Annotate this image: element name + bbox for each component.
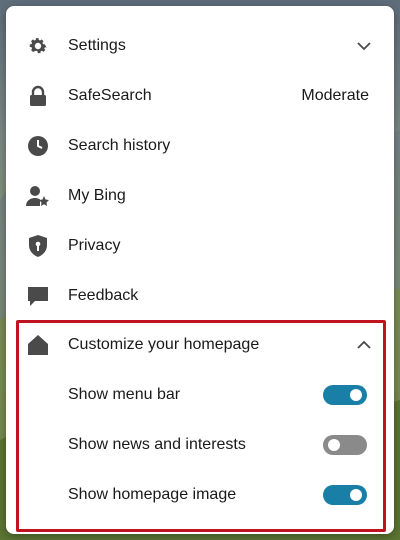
menu-item-safesearch[interactable]: SafeSearch Moderate <box>6 71 394 121</box>
lock-icon <box>26 84 50 108</box>
menu-item-customize-homepage[interactable]: Customize your homepage <box>6 320 394 370</box>
settings-menu-panel: Settings SafeSearch Moderate Search hist… <box>6 6 394 534</box>
option-label: Show menu bar <box>68 386 181 403</box>
safesearch-value: Moderate <box>301 87 369 104</box>
show-homepage-image-toggle[interactable] <box>323 485 367 505</box>
option-show-menu-bar: Show menu bar <box>6 370 394 420</box>
option-label: Show news and interests <box>68 436 246 453</box>
menu-item-label: SafeSearch <box>68 87 152 104</box>
menu-item-search-history[interactable]: Search history <box>6 121 394 171</box>
person-star-icon <box>26 184 50 208</box>
menu-item-my-bing[interactable]: My Bing <box>6 171 394 221</box>
toggle-knob <box>350 489 362 501</box>
toggle-knob <box>350 389 362 401</box>
chat-bubble-icon <box>26 284 50 308</box>
option-label: Show homepage image <box>68 486 237 503</box>
clock-icon <box>26 134 50 158</box>
menu-item-label: Privacy <box>68 237 121 254</box>
option-show-homepage-image: Show homepage image <box>6 470 394 520</box>
shield-icon <box>26 234 50 258</box>
menu-item-feedback[interactable]: Feedback <box>6 271 394 321</box>
menu-item-label: My Bing <box>68 187 126 204</box>
show-menu-bar-toggle[interactable] <box>323 385 367 405</box>
menu-item-label: Customize your homepage <box>68 336 260 353</box>
show-news-interests-toggle[interactable] <box>323 435 367 455</box>
option-show-news-interests: Show news and interests <box>6 420 394 470</box>
menu-item-label: Settings <box>68 37 126 54</box>
toggle-knob <box>328 439 340 451</box>
menu-item-label: Feedback <box>68 287 139 304</box>
menu-item-privacy[interactable]: Privacy <box>6 221 394 271</box>
menu-item-label: Search history <box>68 137 171 154</box>
menu-item-settings[interactable]: Settings <box>6 21 394 71</box>
chevron-up-icon[interactable] <box>356 337 372 353</box>
chevron-down-icon[interactable] <box>356 38 372 54</box>
home-icon <box>26 333 50 357</box>
gear-icon <box>26 34 50 58</box>
